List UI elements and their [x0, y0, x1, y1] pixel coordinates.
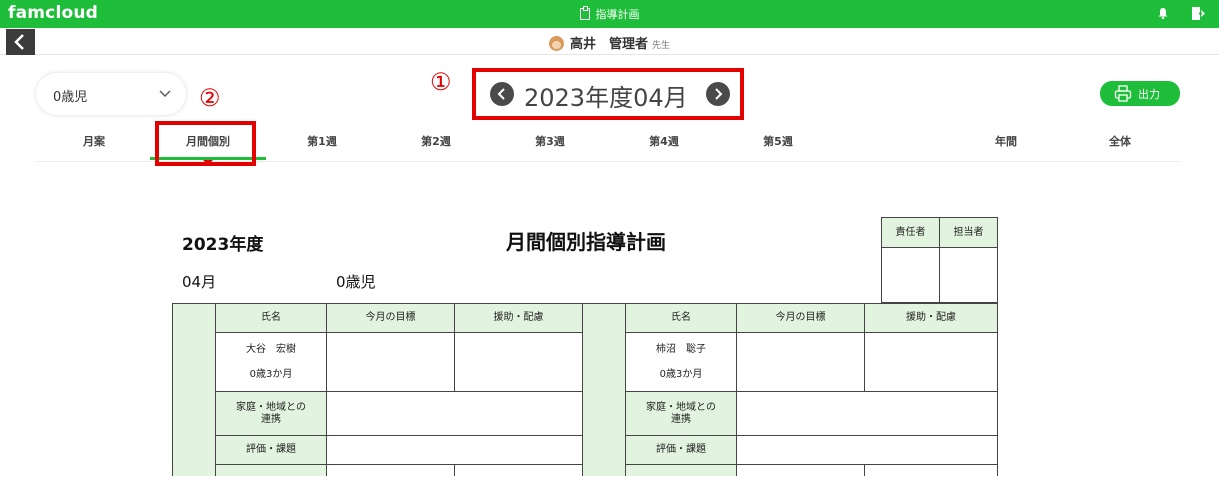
- right-family-cell[interactable]: [737, 392, 998, 436]
- right-header-support: 援助・配慮: [865, 304, 998, 333]
- left-group-gutter: [173, 304, 216, 476]
- sign-header-in-charge: 担当者: [940, 218, 997, 248]
- print-button[interactable]: 出力: [1100, 81, 1180, 106]
- bell-icon[interactable]: [1157, 7, 1169, 19]
- sign-cell-responsible[interactable]: [882, 248, 940, 304]
- annotation-2: ②: [199, 84, 221, 112]
- tab-annotation-box: [155, 121, 256, 166]
- left-header-support: 援助・配慮: [455, 304, 583, 333]
- user-info: 高井 管理者 先生: [0, 33, 1219, 52]
- left-child-age: 0歳3か月: [249, 368, 293, 380]
- tab-week-2[interactable]: 第2週: [421, 133, 451, 149]
- left-family-label: 家庭・地域との 連携: [216, 392, 327, 436]
- clipboard-icon: [579, 6, 590, 20]
- right-next-cell-a[interactable]: [737, 465, 865, 476]
- right-header-goal: 今月の目標: [737, 304, 865, 333]
- doc-age-class: 0歳児: [336, 273, 376, 291]
- main-content: 0歳児 ① ② 2023年度04月 出力 月案 月間個別 第1週 第2週 第3週…: [6, 56, 1210, 476]
- sign-header-responsible: 責任者: [882, 218, 940, 248]
- app-title-text: 指導計画: [595, 8, 640, 21]
- age-class-select-value: 0歳児: [53, 90, 88, 105]
- left-support-cell[interactable]: [455, 333, 583, 392]
- left-child-name: 大谷 宏樹: [246, 343, 296, 355]
- tab-week-1[interactable]: 第1週: [307, 133, 337, 149]
- right-evaluation-cell[interactable]: [737, 436, 998, 465]
- avatar: [548, 36, 564, 51]
- right-child-cell: 柿沼 聡子 0歳3か月: [626, 333, 737, 392]
- logout-icon[interactable]: [1191, 6, 1207, 21]
- chevron-down-icon: [159, 90, 171, 97]
- sub-bar: 高井 管理者 先生: [0, 28, 1219, 55]
- doc-year: 2023年度: [182, 235, 264, 255]
- tab-annual[interactable]: 年間: [995, 133, 1017, 149]
- next-month-button[interactable]: [706, 82, 730, 106]
- chevron-left-icon: [497, 88, 505, 100]
- prev-month-button[interactable]: [490, 82, 514, 106]
- left-evaluation-label: 評価・課題: [216, 436, 327, 465]
- left-family-cell[interactable]: [327, 392, 583, 436]
- right-support-cell[interactable]: [865, 333, 998, 392]
- right-child-age: 0歳3か月: [659, 368, 703, 380]
- tab-monthly-plan[interactable]: 月案: [83, 133, 105, 149]
- print-button-label: 出力: [1138, 88, 1160, 101]
- tab-week-4[interactable]: 第4週: [649, 133, 679, 149]
- annotation-1: ①: [430, 68, 452, 96]
- tab-overall[interactable]: 全体: [1109, 133, 1131, 149]
- user-suffix: 先生: [652, 41, 671, 51]
- plan-table: 氏名 今月の目標 援助・配慮 大谷 宏樹 0歳3か月 家庭・地域との 連携 評価…: [172, 303, 998, 476]
- age-class-select[interactable]: 0歳児: [36, 73, 186, 115]
- app-title: 指導計画: [0, 6, 1219, 22]
- right-next-label: [626, 465, 737, 476]
- sign-box: 責任者 担当者: [881, 217, 998, 304]
- top-bar: famcloud 指導計画: [0, 0, 1219, 28]
- left-evaluation-cell[interactable]: [327, 436, 583, 465]
- tab-week-5[interactable]: 第5週: [763, 133, 793, 149]
- right-child-name: 柿沼 聡子: [656, 343, 706, 355]
- user-name: 高井 管理者: [569, 37, 648, 52]
- tab-week-3[interactable]: 第3週: [535, 133, 565, 149]
- right-next-cell-b[interactable]: [865, 465, 998, 476]
- left-header-name: 氏名: [216, 304, 327, 333]
- left-next-cell-b[interactable]: [455, 465, 583, 476]
- printer-icon: [1114, 85, 1132, 102]
- left-child-cell: 大谷 宏樹 0歳3か月: [216, 333, 327, 392]
- doc-title: 月間個別指導計画: [506, 230, 666, 254]
- left-next-label: [216, 465, 327, 476]
- right-goal-cell[interactable]: [737, 333, 865, 392]
- right-group-gutter: [583, 304, 626, 476]
- left-next-cell-a[interactable]: [327, 465, 455, 476]
- right-evaluation-label: 評価・課題: [626, 436, 737, 465]
- left-goal-cell[interactable]: [327, 333, 455, 392]
- month-label: 2023年度04月: [524, 84, 688, 112]
- month-navigator: 2023年度04月: [472, 68, 744, 120]
- right-header-name: 氏名: [626, 304, 737, 333]
- chevron-right-icon: [715, 88, 723, 100]
- left-header-goal: 今月の目標: [327, 304, 455, 333]
- doc-month: 04月: [182, 273, 217, 291]
- right-family-label: 家庭・地域との 連携: [626, 392, 737, 436]
